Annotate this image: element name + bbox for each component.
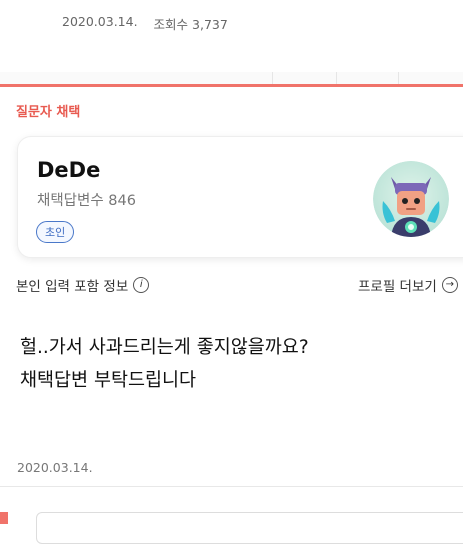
accent-divider — [0, 84, 463, 87]
bottom-accent-mark — [0, 512, 8, 524]
next-content-box — [36, 512, 463, 544]
avatar-character-icon — [373, 161, 449, 237]
selected-answer-count: 채택답변수 846 — [37, 193, 136, 209]
profile-more-link[interactable]: 프로필 더보기 → — [358, 275, 458, 295]
answerer-nickname[interactable]: DeDe — [37, 158, 100, 182]
level-badge: 초인 — [36, 221, 75, 243]
answer-date: 2020.03.14. — [17, 460, 93, 475]
post-date: 2020.03.14. — [62, 14, 138, 29]
self-input-info-label: 본인 입력 포함 정보 — [16, 279, 129, 295]
view-count: 조회수 3,737 — [153, 17, 228, 32]
profile-more-label: 프로필 더보기 — [358, 279, 437, 295]
answer-text-line: 채택답변 부탁드립니다 — [20, 370, 197, 391]
answer-text: 헐..가서 사과드리는게 좋지않을까요? 채택답변 부탁드립니다 — [20, 331, 309, 397]
avatar[interactable] — [373, 161, 449, 237]
post-meta: 2020.03.14. 조회수 3,737 — [62, 14, 228, 33]
section-divider — [0, 486, 463, 487]
answerer-profile-card[interactable]: DeDe 채택답변수 846 초인 — [17, 136, 463, 258]
arrow-right-icon: → — [441, 277, 458, 293]
self-input-info[interactable]: 본인 입력 포함 정보 i — [16, 275, 150, 295]
info-icon[interactable]: i — [133, 277, 150, 293]
answer-text-line: 헐..가서 사과드리는게 좋지않을까요? — [20, 337, 309, 358]
selected-answer-label: 질문자 채택 — [16, 105, 81, 120]
